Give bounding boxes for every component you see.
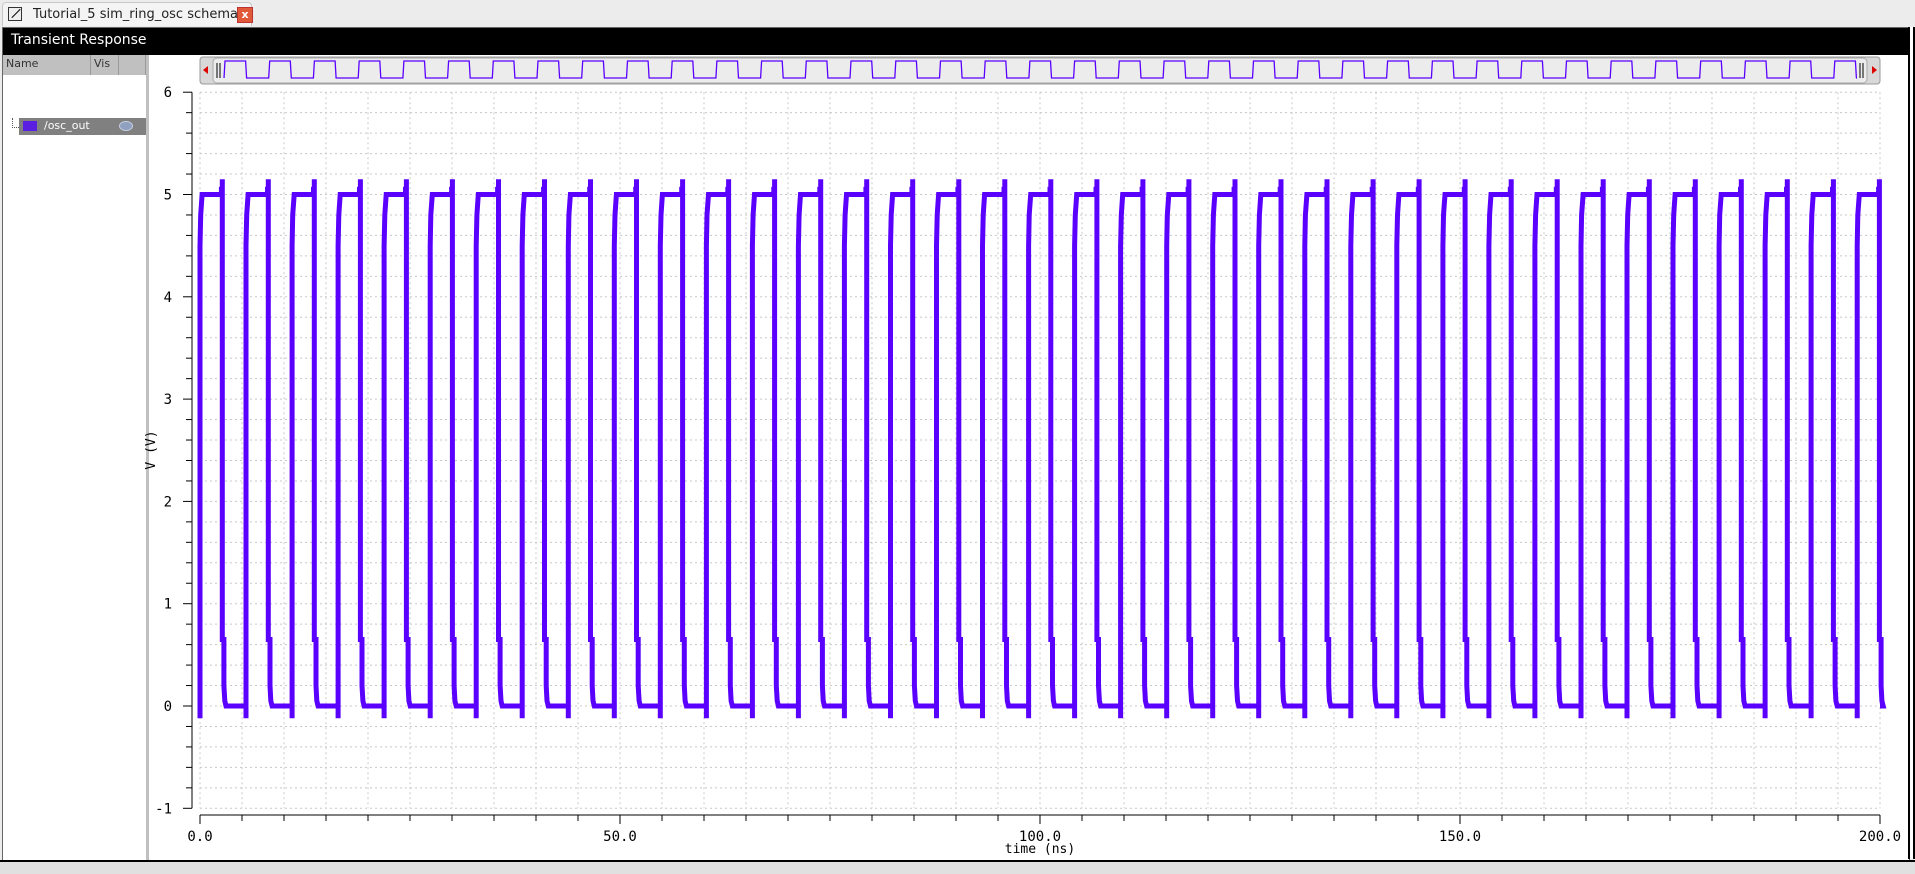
- plot-area[interactable]: -101234560.0 50.0 100.0 150.0 200.0 time (ns…: [0, 0, 1915, 872]
- y-axis-label: V (V): [144, 430, 159, 469]
- x-axis-label: time (ns): [1005, 842, 1075, 857]
- y-tick-label: 1: [164, 597, 172, 613]
- x-tick-label: 200.0: [1859, 829, 1901, 845]
- y-tick-label: 4: [164, 290, 172, 306]
- overview-thumb: [212, 57, 1868, 84]
- y-tick-label: 2: [164, 494, 172, 510]
- y-tick-label: 0: [164, 699, 172, 715]
- x-tick-label: 150.0: [1439, 829, 1481, 845]
- y-tick-label: -1: [155, 801, 172, 817]
- x-tick-label: 50.0: [603, 829, 637, 845]
- x-tick-label: 0.0: [187, 829, 212, 845]
- y-tick-label: 3: [164, 392, 172, 408]
- y-tick-label: 5: [164, 188, 172, 204]
- y-tick-label: 6: [164, 85, 172, 101]
- trace-osc_out: [197, 179, 1887, 719]
- traces: [197, 179, 1887, 719]
- overview-scrollbar[interactable]: [199, 56, 1881, 85]
